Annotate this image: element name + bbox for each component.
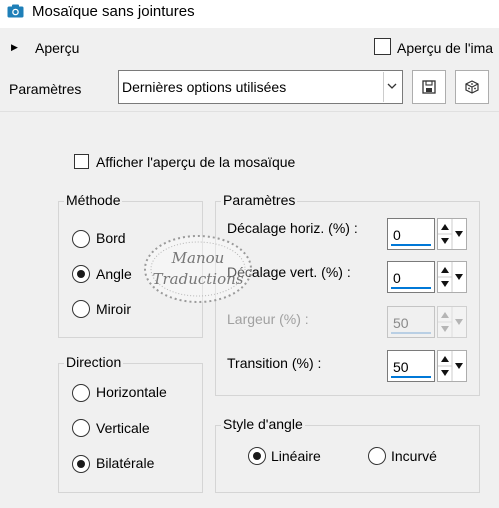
width-label: Largeur (%) : <box>227 311 309 327</box>
show-tile-preview-label[interactable]: Afficher l'aperçu de la mosaïque <box>96 154 295 170</box>
corner-label-lineaire[interactable]: Linéaire <box>271 448 321 464</box>
show-tile-preview-checkbox[interactable] <box>74 154 89 169</box>
method-label-bord[interactable]: Bord <box>96 230 126 246</box>
width-input: 50 <box>387 306 435 338</box>
image-preview-label[interactable]: Aperçu de l'ima <box>397 40 493 56</box>
translator-watermark: Manou Traductions <box>142 232 254 306</box>
horiz-offset-value: 0 <box>393 227 401 243</box>
method-radio-miroir[interactable] <box>72 300 90 318</box>
transition-value: 50 <box>393 359 409 375</box>
method-radio-angle[interactable] <box>72 265 90 283</box>
corner-style-group-title: Style d'angle <box>221 416 305 432</box>
presets-label: Paramètres <box>9 81 82 97</box>
width-value: 50 <box>393 315 409 331</box>
input-underline <box>391 376 431 378</box>
horiz-offset-spinner[interactable] <box>437 218 467 250</box>
window-title: Mosaïque sans jointures <box>32 3 195 20</box>
method-radio-bord[interactable] <box>72 230 90 248</box>
direction-radio-verticale[interactable] <box>72 419 90 437</box>
preset-value: Dernières options utilisées <box>122 79 287 95</box>
preset-dropdown[interactable]: Dernières options utilisées <box>118 70 403 104</box>
direction-group-title: Direction <box>64 354 124 370</box>
save-preset-button[interactable] <box>412 70 446 104</box>
preview-toggle-label[interactable]: Aperçu <box>35 40 79 56</box>
dice-icon <box>465 80 479 94</box>
spinner-arrows-icon <box>438 262 463 292</box>
spinner-arrows-icon <box>438 351 463 381</box>
direction-radio-bilaterale[interactable] <box>72 455 90 473</box>
vert-offset-value: 0 <box>393 270 401 286</box>
image-preview-checkbox[interactable] <box>374 38 391 55</box>
method-group-title: Méthode <box>64 192 123 208</box>
corner-radio-incurve[interactable] <box>368 447 386 465</box>
input-underline <box>391 287 431 289</box>
vert-offset-spinner[interactable] <box>437 261 467 293</box>
parameters-group-title: Paramètres <box>221 192 298 208</box>
transition-spinner[interactable] <box>437 350 467 382</box>
transition-label: Transition (%) : <box>227 355 322 371</box>
chevron-down-icon[interactable] <box>383 72 401 102</box>
method-label-miroir[interactable]: Miroir <box>96 301 131 317</box>
method-label-angle[interactable]: Angle <box>96 266 132 282</box>
camera-icon <box>7 4 24 18</box>
corner-radio-lineaire[interactable] <box>248 447 266 465</box>
input-underline <box>391 244 431 246</box>
save-icon <box>422 80 436 94</box>
direction-label-verticale[interactable]: Verticale <box>96 420 150 436</box>
spinner-arrows-icon <box>438 307 463 337</box>
watermark-line1: Manou <box>171 249 225 267</box>
watermark-line2: Traductions <box>153 270 244 288</box>
input-underline <box>391 332 431 334</box>
direction-label-horizontale[interactable]: Horizontale <box>96 384 167 400</box>
spinner-arrows-icon <box>438 219 463 249</box>
triangle-right-icon[interactable]: ▶ <box>11 42 18 53</box>
transition-input[interactable]: 50 <box>387 350 435 382</box>
horiz-offset-input[interactable]: 0 <box>387 218 435 250</box>
corner-label-incurve[interactable]: Incurvé <box>391 448 437 464</box>
direction-label-bilaterale[interactable]: Bilatérale <box>96 455 154 471</box>
divider <box>0 111 499 112</box>
random-parameters-button[interactable] <box>455 70 489 104</box>
direction-radio-horizontale[interactable] <box>72 384 90 402</box>
width-spinner <box>437 306 467 338</box>
vert-offset-input[interactable]: 0 <box>387 261 435 293</box>
